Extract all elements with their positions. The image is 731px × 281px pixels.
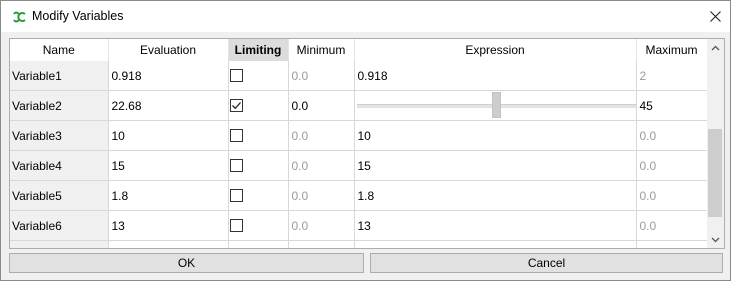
ok-button[interactable]: OK bbox=[9, 253, 364, 273]
variable-name: Variable3 bbox=[10, 120, 109, 151]
evaluation-cell[interactable]: 1.8 bbox=[108, 180, 229, 211]
evaluation-cell[interactable]: 22.68 bbox=[108, 90, 229, 121]
modify-variables-dialog: Modify Variables Name Evaluation Limitin… bbox=[0, 0, 731, 281]
limiting-checkbox[interactable] bbox=[229, 69, 243, 82]
limiting-cell bbox=[228, 150, 289, 181]
limiting-checkbox[interactable] bbox=[229, 129, 243, 142]
window-title: Modify Variables bbox=[32, 9, 124, 23]
limiting-checkbox[interactable] bbox=[229, 99, 243, 112]
expression-slider-cell bbox=[354, 90, 637, 121]
vertical-scrollbar[interactable] bbox=[707, 39, 724, 248]
close-icon bbox=[709, 11, 721, 22]
scroll-down-button[interactable] bbox=[707, 231, 724, 248]
maximum-cell[interactable]: 0.0 bbox=[636, 210, 708, 241]
variable-name: Variable1 bbox=[10, 61, 109, 91]
maximum-cell[interactable]: 0.0 bbox=[636, 150, 708, 181]
limiting-cell bbox=[228, 240, 289, 248]
column-header-expression[interactable]: Expression bbox=[354, 39, 637, 61]
scrollbar-thumb[interactable] bbox=[708, 129, 722, 217]
limiting-cell bbox=[228, 90, 289, 121]
app-icon bbox=[13, 11, 26, 23]
checkmark-icon bbox=[231, 102, 241, 110]
column-header-limiting[interactable]: Limiting bbox=[228, 39, 289, 61]
minimum-cell[interactable]: 0.0 bbox=[288, 90, 355, 121]
evaluation-cell[interactable]: 0.918 bbox=[108, 61, 229, 91]
table-row: Variable3 10 0.0 10 0.0 bbox=[10, 120, 708, 151]
minimum-cell[interactable]: 0.0 bbox=[288, 210, 355, 241]
limiting-cell bbox=[228, 180, 289, 211]
table-row bbox=[10, 240, 708, 248]
table-row: Variable5 1.8 0.0 1.8 0.0 bbox=[10, 180, 708, 211]
column-header-minimum[interactable]: Minimum bbox=[288, 39, 355, 61]
expression-cell[interactable]: 1.8 bbox=[354, 180, 637, 211]
variable-name: Variable5 bbox=[10, 180, 109, 211]
evaluation-cell[interactable] bbox=[108, 240, 229, 248]
expression-cell[interactable]: 10 bbox=[354, 120, 637, 151]
limiting-checkbox[interactable] bbox=[229, 189, 243, 202]
limiting-cell bbox=[228, 61, 289, 91]
minimum-cell[interactable] bbox=[288, 240, 355, 248]
table-row: Variable6 13 0.0 13 0.0 bbox=[10, 210, 708, 241]
limiting-cell bbox=[228, 210, 289, 241]
value-slider-handle[interactable] bbox=[491, 92, 501, 118]
minimum-cell[interactable]: 0.0 bbox=[288, 61, 355, 91]
column-header-evaluation[interactable]: Evaluation bbox=[108, 39, 229, 61]
minimum-cell[interactable]: 0.0 bbox=[288, 150, 355, 181]
header-row: Name Evaluation Limiting Minimum Express… bbox=[10, 39, 708, 61]
expression-cell[interactable]: 13 bbox=[354, 210, 637, 241]
variable-name bbox=[10, 240, 109, 248]
expression-cell[interactable]: 15 bbox=[354, 150, 637, 181]
chevron-down-icon bbox=[711, 237, 720, 242]
maximum-cell[interactable]: 45 bbox=[636, 90, 708, 121]
cancel-button[interactable]: Cancel bbox=[370, 253, 723, 273]
evaluation-cell[interactable]: 15 bbox=[108, 150, 229, 181]
limiting-checkbox[interactable] bbox=[229, 159, 243, 172]
column-header-name[interactable]: Name bbox=[10, 39, 109, 61]
limiting-checkbox[interactable] bbox=[229, 219, 243, 232]
variable-name: Variable4 bbox=[10, 150, 109, 181]
title-bar: Modify Variables bbox=[1, 1, 730, 32]
expression-cell[interactable]: 0.918 bbox=[354, 61, 637, 91]
maximum-cell[interactable]: 2 bbox=[636, 61, 708, 91]
variable-name: Variable2 bbox=[10, 90, 109, 121]
variables-table: Name Evaluation Limiting Minimum Express… bbox=[9, 38, 725, 249]
variable-name: Variable6 bbox=[10, 210, 109, 241]
column-header-maximum[interactable]: Maximum bbox=[636, 39, 708, 61]
evaluation-cell[interactable]: 10 bbox=[108, 120, 229, 151]
maximum-cell[interactable]: 0.0 bbox=[636, 120, 708, 151]
close-button[interactable] bbox=[700, 1, 730, 32]
table-row: Variable4 15 0.0 15 0.0 bbox=[10, 150, 708, 181]
expression-cell[interactable] bbox=[354, 240, 637, 248]
maximum-cell[interactable]: 0.0 bbox=[636, 180, 708, 211]
minimum-cell[interactable]: 0.0 bbox=[288, 120, 355, 151]
limiting-cell bbox=[228, 120, 289, 151]
table-row: Variable2 22.68 0.0 45 bbox=[10, 90, 708, 121]
chevron-up-icon bbox=[711, 45, 720, 50]
maximum-cell[interactable] bbox=[636, 240, 708, 248]
table-row: Variable1 0.918 0.0 0.918 2 bbox=[10, 61, 708, 91]
evaluation-cell[interactable]: 13 bbox=[108, 210, 229, 241]
minimum-cell[interactable]: 0.0 bbox=[288, 180, 355, 211]
scroll-up-button[interactable] bbox=[707, 39, 724, 56]
